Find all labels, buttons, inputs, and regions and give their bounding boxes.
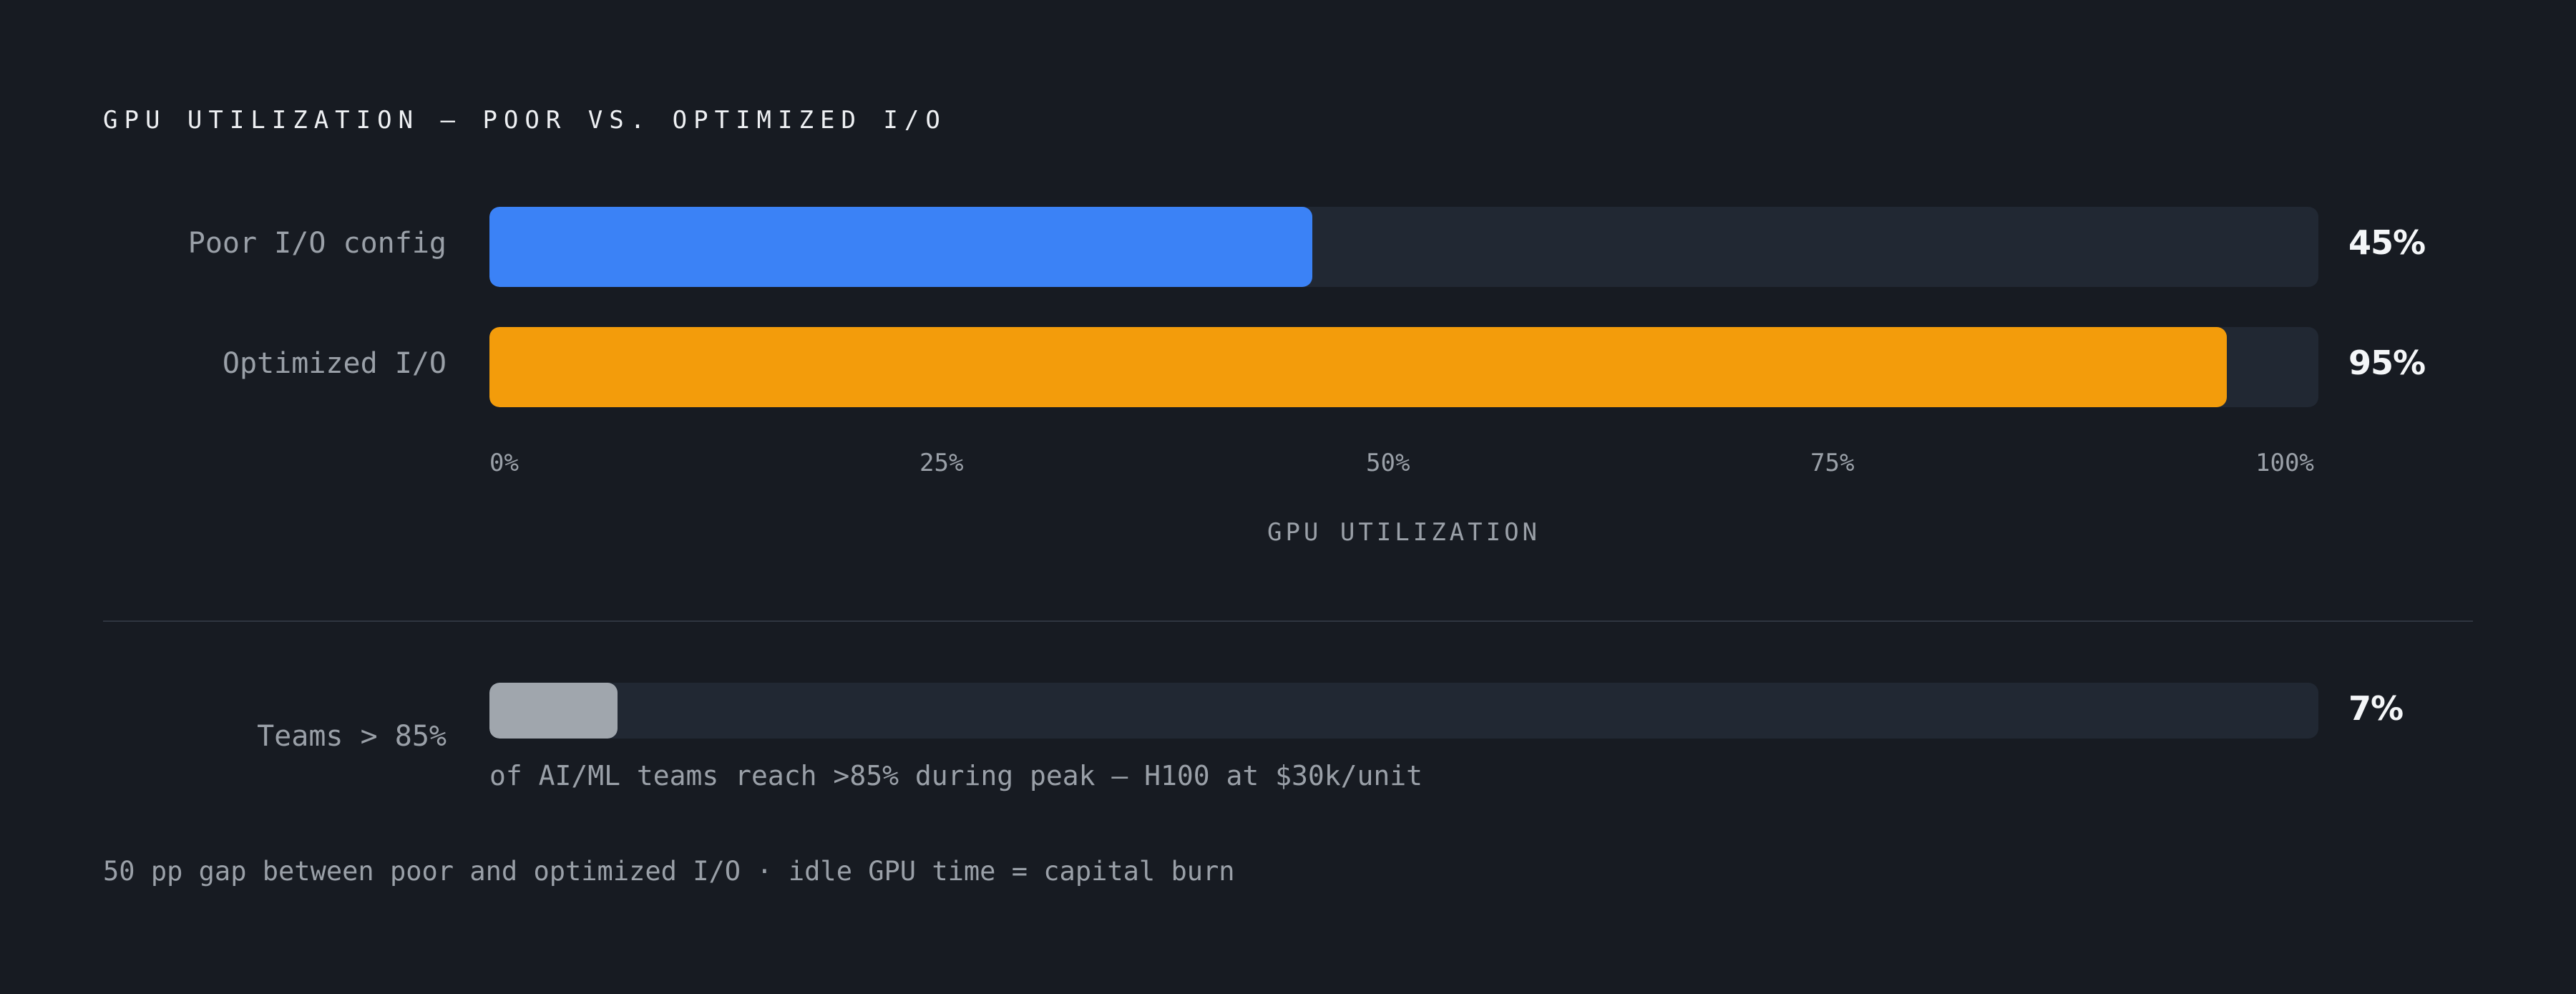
chart-title: GPU UTILIZATION — POOR VS. OPTIMIZED I/O bbox=[103, 106, 947, 135]
x-tick-100: 100% bbox=[2255, 449, 2314, 477]
x-tick-25: 25% bbox=[919, 449, 964, 477]
value-label-teams: 7% bbox=[2348, 689, 2404, 728]
gpu-utilization-chart: GPU UTILIZATION — POOR VS. OPTIMIZED I/O… bbox=[0, 0, 2576, 994]
value-label-optimized-io: 95% bbox=[2348, 343, 2426, 382]
value-label-poor-io: 45% bbox=[2348, 223, 2426, 262]
bar-optimized-io bbox=[489, 327, 2228, 407]
bar-track-poor-io bbox=[489, 207, 2318, 287]
bar-poor-io bbox=[489, 207, 1313, 287]
bar-label-poor-io: Poor I/O config bbox=[187, 227, 447, 260]
bar-track-teams bbox=[489, 683, 2318, 739]
bar-label-teams: Teams > 85% bbox=[257, 720, 447, 753]
footnote: 50 pp gap between poor and optimized I/O… bbox=[103, 856, 1235, 887]
teams-caption: of AI/ML teams reach >85% during peak — … bbox=[489, 760, 1423, 791]
x-tick-75: 75% bbox=[1810, 449, 1855, 477]
x-axis-label: GPU UTILIZATION bbox=[1267, 518, 1541, 547]
x-tick-50: 50% bbox=[1366, 449, 1410, 477]
section-divider bbox=[103, 620, 2473, 622]
x-tick-0: 0% bbox=[489, 449, 519, 477]
bar-track-optimized-io bbox=[489, 327, 2318, 407]
bar-teams bbox=[489, 683, 618, 739]
bar-label-optimized-io: Optimized I/O bbox=[222, 347, 447, 380]
